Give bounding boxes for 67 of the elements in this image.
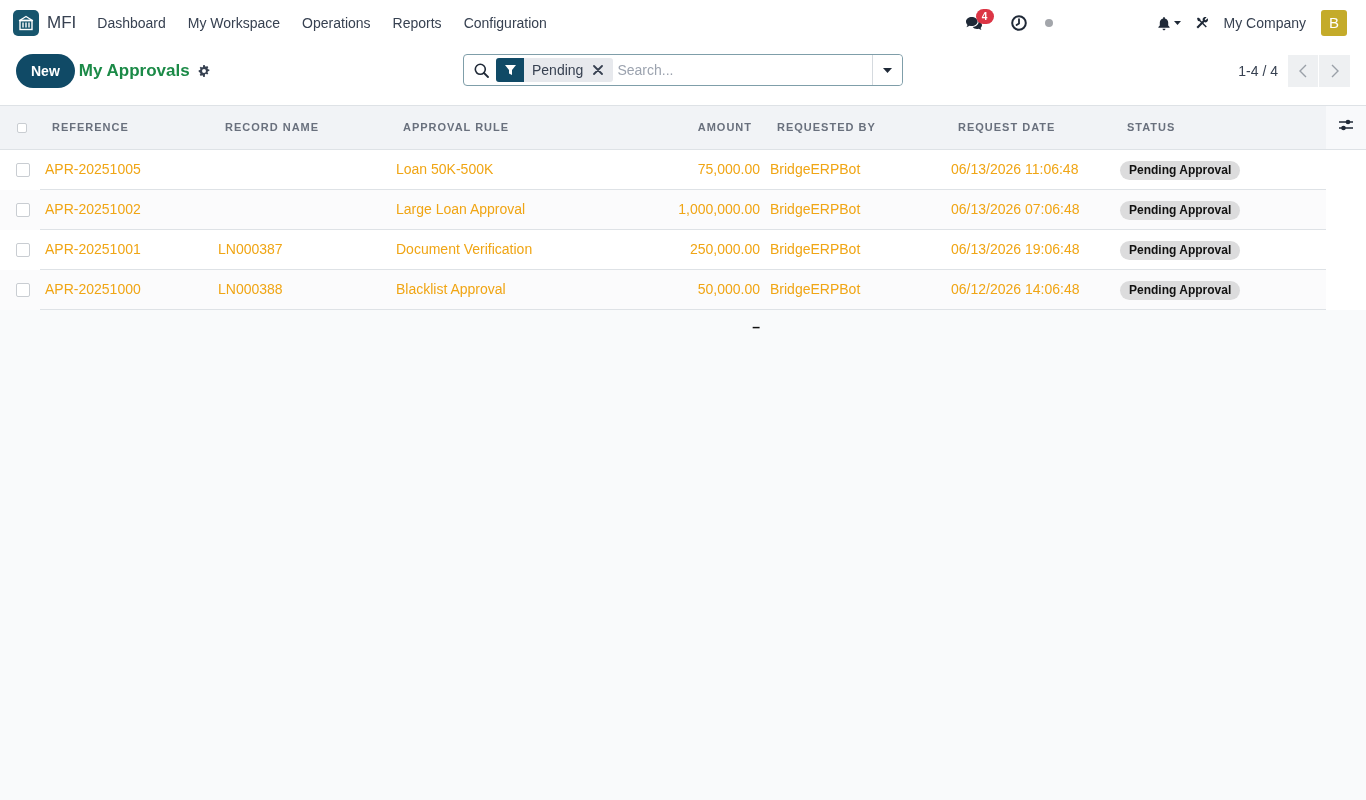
building-icon[interactable] <box>13 10 39 36</box>
status-badge: Pending Approval <box>1120 241 1241 260</box>
search-options-toggle[interactable] <box>872 55 902 85</box>
menu-item[interactable]: Configuration <box>452 0 558 46</box>
new-button[interactable]: New <box>16 54 75 88</box>
search-bar[interactable]: Pending Search... <box>463 54 903 86</box>
table-cell: APR-20251005 <box>40 149 213 190</box>
table-cell: APR-20251001 <box>40 229 213 270</box>
row-checkbox[interactable] <box>16 282 30 297</box>
column-header[interactable]: REQUEST DATE <box>946 105 1115 150</box>
bell-icon[interactable] <box>1157 15 1170 31</box>
menu-item[interactable]: Reports <box>381 0 453 46</box>
app-name[interactable]: MFI <box>47 10 77 36</box>
message-count-badge: 4 <box>975 8 994 24</box>
company-switcher[interactable]: My Company <box>1223 12 1306 34</box>
caret-icon[interactable] <box>1173 21 1181 25</box>
clock-icon[interactable] <box>1010 15 1027 31</box>
row-checkbox[interactable] <box>16 242 30 257</box>
table-cell: BridgeERPBot <box>765 269 946 310</box>
table-cell: APR-20251000 <box>40 269 213 310</box>
search-icon <box>474 62 489 78</box>
row-checkbox[interactable] <box>16 202 30 217</box>
table-cell: APR-20251002 <box>40 189 213 230</box>
status-badge: Pending Approval <box>1120 281 1241 300</box>
table-cell: Loan 50K-500K <box>391 149 660 190</box>
column-header[interactable]: REQUESTED BY <box>765 105 946 150</box>
sliders-icon[interactable] <box>1339 118 1353 133</box>
column-header[interactable]: REFERENCE <box>40 105 213 150</box>
settings-icon[interactable] <box>197 65 210 77</box>
table-cell: 06/13/2026 19:06:48 <box>946 229 1115 270</box>
table-cell: Blacklist Approval <box>391 269 660 310</box>
table-cell: 50,000.00 <box>660 269 765 310</box>
table-cell: 06/12/2026 14:06:48 <box>946 269 1115 310</box>
table-cell: 1,000,000.00 <box>660 189 765 230</box>
pager-value: 1-4 / 4 <box>1238 61 1278 81</box>
column-header[interactable]: RECORD NAME <box>213 105 391 150</box>
page-title[interactable]: My Approvals <box>78 58 190 84</box>
search-field[interactable]: Search... <box>613 55 872 85</box>
table-cell: 250,000.00 <box>660 229 765 270</box>
status-badge: Pending Approval <box>1120 201 1241 220</box>
table-cell: BridgeERPBot <box>765 149 946 190</box>
status-badge: Pending Approval <box>1120 161 1241 180</box>
table-cell: BridgeERPBot <box>765 189 946 230</box>
menu-item[interactable]: Dashboard <box>86 0 177 46</box>
table-cell: 06/13/2026 07:06:48 <box>946 189 1115 230</box>
table-cell: LN000387 <box>213 229 391 270</box>
chat-icon[interactable] <box>964 15 983 31</box>
table-cell: Document Verification <box>391 229 660 270</box>
filter-icon <box>504 65 516 75</box>
close-icon[interactable] <box>593 65 604 75</box>
menu-item[interactable]: My Workspace <box>176 0 292 46</box>
caret-icon[interactable] <box>883 67 892 73</box>
menu-item[interactable]: Operations <box>291 0 382 46</box>
amount-total: – <box>752 319 760 336</box>
status-dot-icon <box>1044 19 1053 27</box>
column-header[interactable]: STATUS <box>1115 105 1326 150</box>
table-cell: 06/13/2026 11:06:48 <box>946 149 1115 190</box>
table-cell: Large Loan Approval <box>391 189 660 230</box>
facet-label: Pending <box>531 60 585 80</box>
select-all-checkbox[interactable] <box>17 122 27 133</box>
table-cell: BridgeERPBot <box>765 229 946 270</box>
table-cell: 75,000.00 <box>660 149 765 190</box>
column-header[interactable]: APPROVAL RULE <box>391 105 660 150</box>
table-cell: LN000388 <box>213 269 391 310</box>
column-header[interactable]: AMOUNT <box>660 105 765 150</box>
row-checkbox[interactable] <box>16 162 30 177</box>
tools-icon[interactable] <box>1194 16 1209 30</box>
